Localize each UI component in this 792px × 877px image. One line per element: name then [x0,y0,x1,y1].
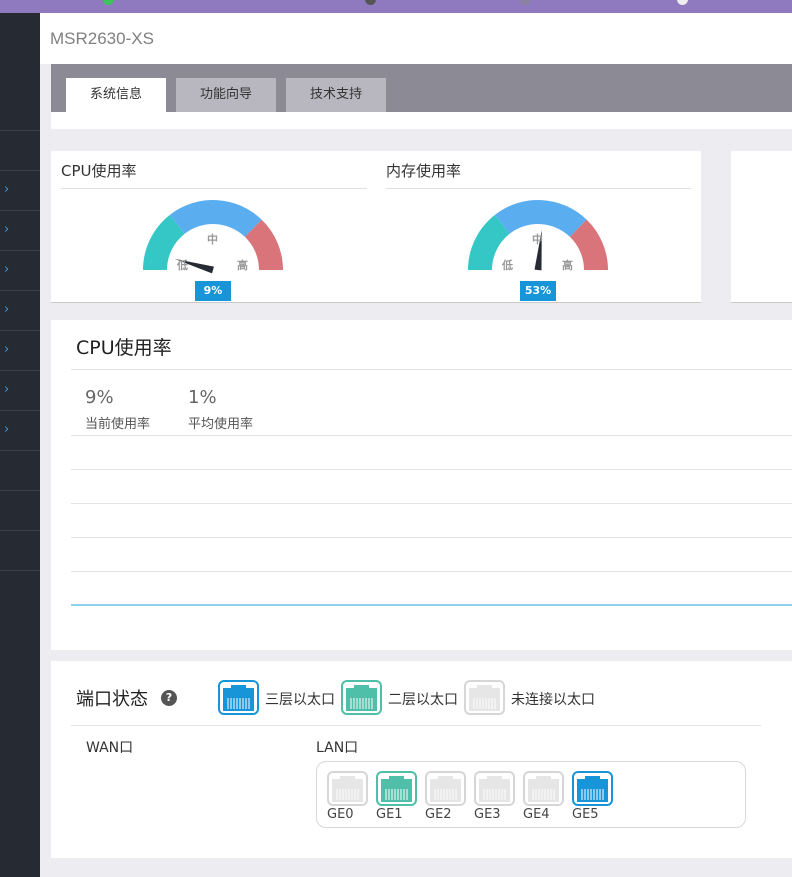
sidebar-item[interactable] [0,531,40,571]
gauge-mid-label: 中 [207,233,218,246]
status-dot-icon [103,0,114,5]
average-usage-value: 1% [188,387,217,408]
ethernet-port-icon [523,771,564,806]
usage-gauges-card: CPU使用率 中 低 高 9% 内存使用率 中 低 高 53% [51,151,701,303]
port-ge5-label: GE5 [572,807,599,822]
ethernet-port-icon [572,771,613,806]
port-ge2-label: GE2 [425,807,452,822]
gauge-high-label: 高 [562,259,573,272]
ethernet-port-icon [464,680,505,715]
chart-gridline [71,469,792,470]
tab-bar: 系统信息 功能向导 技术支持 [51,64,792,112]
port-ge3-label: GE3 [474,807,501,822]
cpu-usage-panel: CPU使用率 9% 当前使用率 1% 平均使用率 [51,320,792,650]
sidebar-item[interactable]: › [0,171,40,211]
sidebar-item[interactable]: › [0,331,40,371]
lan-label: LAN口 [316,740,359,756]
status-dot-icon [520,0,531,5]
gauge-high-label: 高 [237,259,248,272]
port-status-panel: 端口状态 ? 三层以太口 二层以太口 未连接以太口 WAN口 LAN口 GE0 … [51,661,792,858]
sidebar-item[interactable]: › [0,251,40,291]
gauge-mid-label: 中 [532,233,543,246]
sidebar-item[interactable]: › [0,291,40,331]
cpu-gauge-title: CPU使用率 [61,162,137,180]
cpu-usage-badge: 9% [195,281,231,301]
gauge-low-label: 低 [177,259,188,272]
divider [71,725,761,726]
gauge-low-label: 低 [502,259,513,272]
ethernet-port-icon [474,771,515,806]
average-usage-label: 平均使用率 [188,417,254,432]
down-port-legend-icon [464,680,505,715]
port-ge0-label: GE0 [327,807,354,822]
cpu-usage-line [71,604,792,606]
port-ge2[interactable] [425,771,466,806]
sidebar-item[interactable] [0,131,40,171]
port-status-title: 端口状态 [76,689,148,710]
l3-port-legend-icon [218,680,259,715]
chart-gridline [71,571,792,572]
lan-ports-box: GE0 GE1 GE2 GE3 GE4 GE5 [316,761,746,828]
current-usage-value: 9% [85,387,114,408]
sidebar-item[interactable]: › [0,211,40,251]
top-status-bar [0,0,792,13]
ethernet-port-icon [218,680,259,715]
port-ge0[interactable] [327,771,368,806]
chevron-right-icon: › [4,422,10,437]
divider [61,188,367,189]
status-dot-icon [677,0,688,5]
wan-label: WAN口 [86,740,134,756]
sidebar: › › › › › › › [0,13,40,877]
sidebar-item[interactable]: › [0,371,40,411]
ethernet-port-icon [341,680,382,715]
sidebar-item[interactable] [0,91,40,131]
port-ge4[interactable] [523,771,564,806]
chevron-right-icon: › [4,302,10,317]
chevron-right-icon: › [4,262,10,277]
ethernet-port-icon [327,771,368,806]
sidebar-item[interactable] [0,451,40,491]
port-ge1[interactable] [376,771,417,806]
tab-content-strip [51,112,792,129]
chevron-right-icon: › [4,182,10,197]
port-ge1-label: GE1 [376,807,403,822]
down-port-legend-label: 未连接以太口 [511,692,595,708]
device-title: MSR2630-XS [50,29,154,48]
l2-port-legend-icon [341,680,382,715]
port-ge3[interactable] [474,771,515,806]
divider [386,188,691,189]
question-circle-icon[interactable]: ? [161,690,177,706]
port-ge4-label: GE4 [523,807,550,822]
chevron-right-icon: › [4,382,10,397]
sidebar-item[interactable] [0,491,40,531]
side-card [731,151,792,303]
memory-gauge-title: 内存使用率 [386,162,462,180]
l3-port-legend-label: 三层以太口 [265,692,335,708]
ethernet-port-icon [425,771,466,806]
cpu-panel-title: CPU使用率 [76,337,172,359]
tab-function-wizard[interactable]: 功能向导 [176,78,276,112]
sidebar-item[interactable]: › [0,411,40,451]
divider [71,369,792,370]
tab-system-info[interactable]: 系统信息 [66,78,166,112]
current-usage-label: 当前使用率 [85,417,151,432]
status-dot-icon [365,0,376,5]
chevron-right-icon: › [4,342,10,357]
chart-gridline [71,537,792,538]
l2-port-legend-label: 二层以太口 [388,692,458,708]
ethernet-port-icon [376,771,417,806]
chevron-right-icon: › [4,222,10,237]
port-ge5[interactable] [572,771,613,806]
tab-tech-support[interactable]: 技术支持 [286,78,386,112]
device-header: MSR2630-XS [40,13,792,64]
chart-gridline [71,435,792,436]
memory-usage-badge: 53% [520,281,556,301]
chart-gridline [71,503,792,504]
